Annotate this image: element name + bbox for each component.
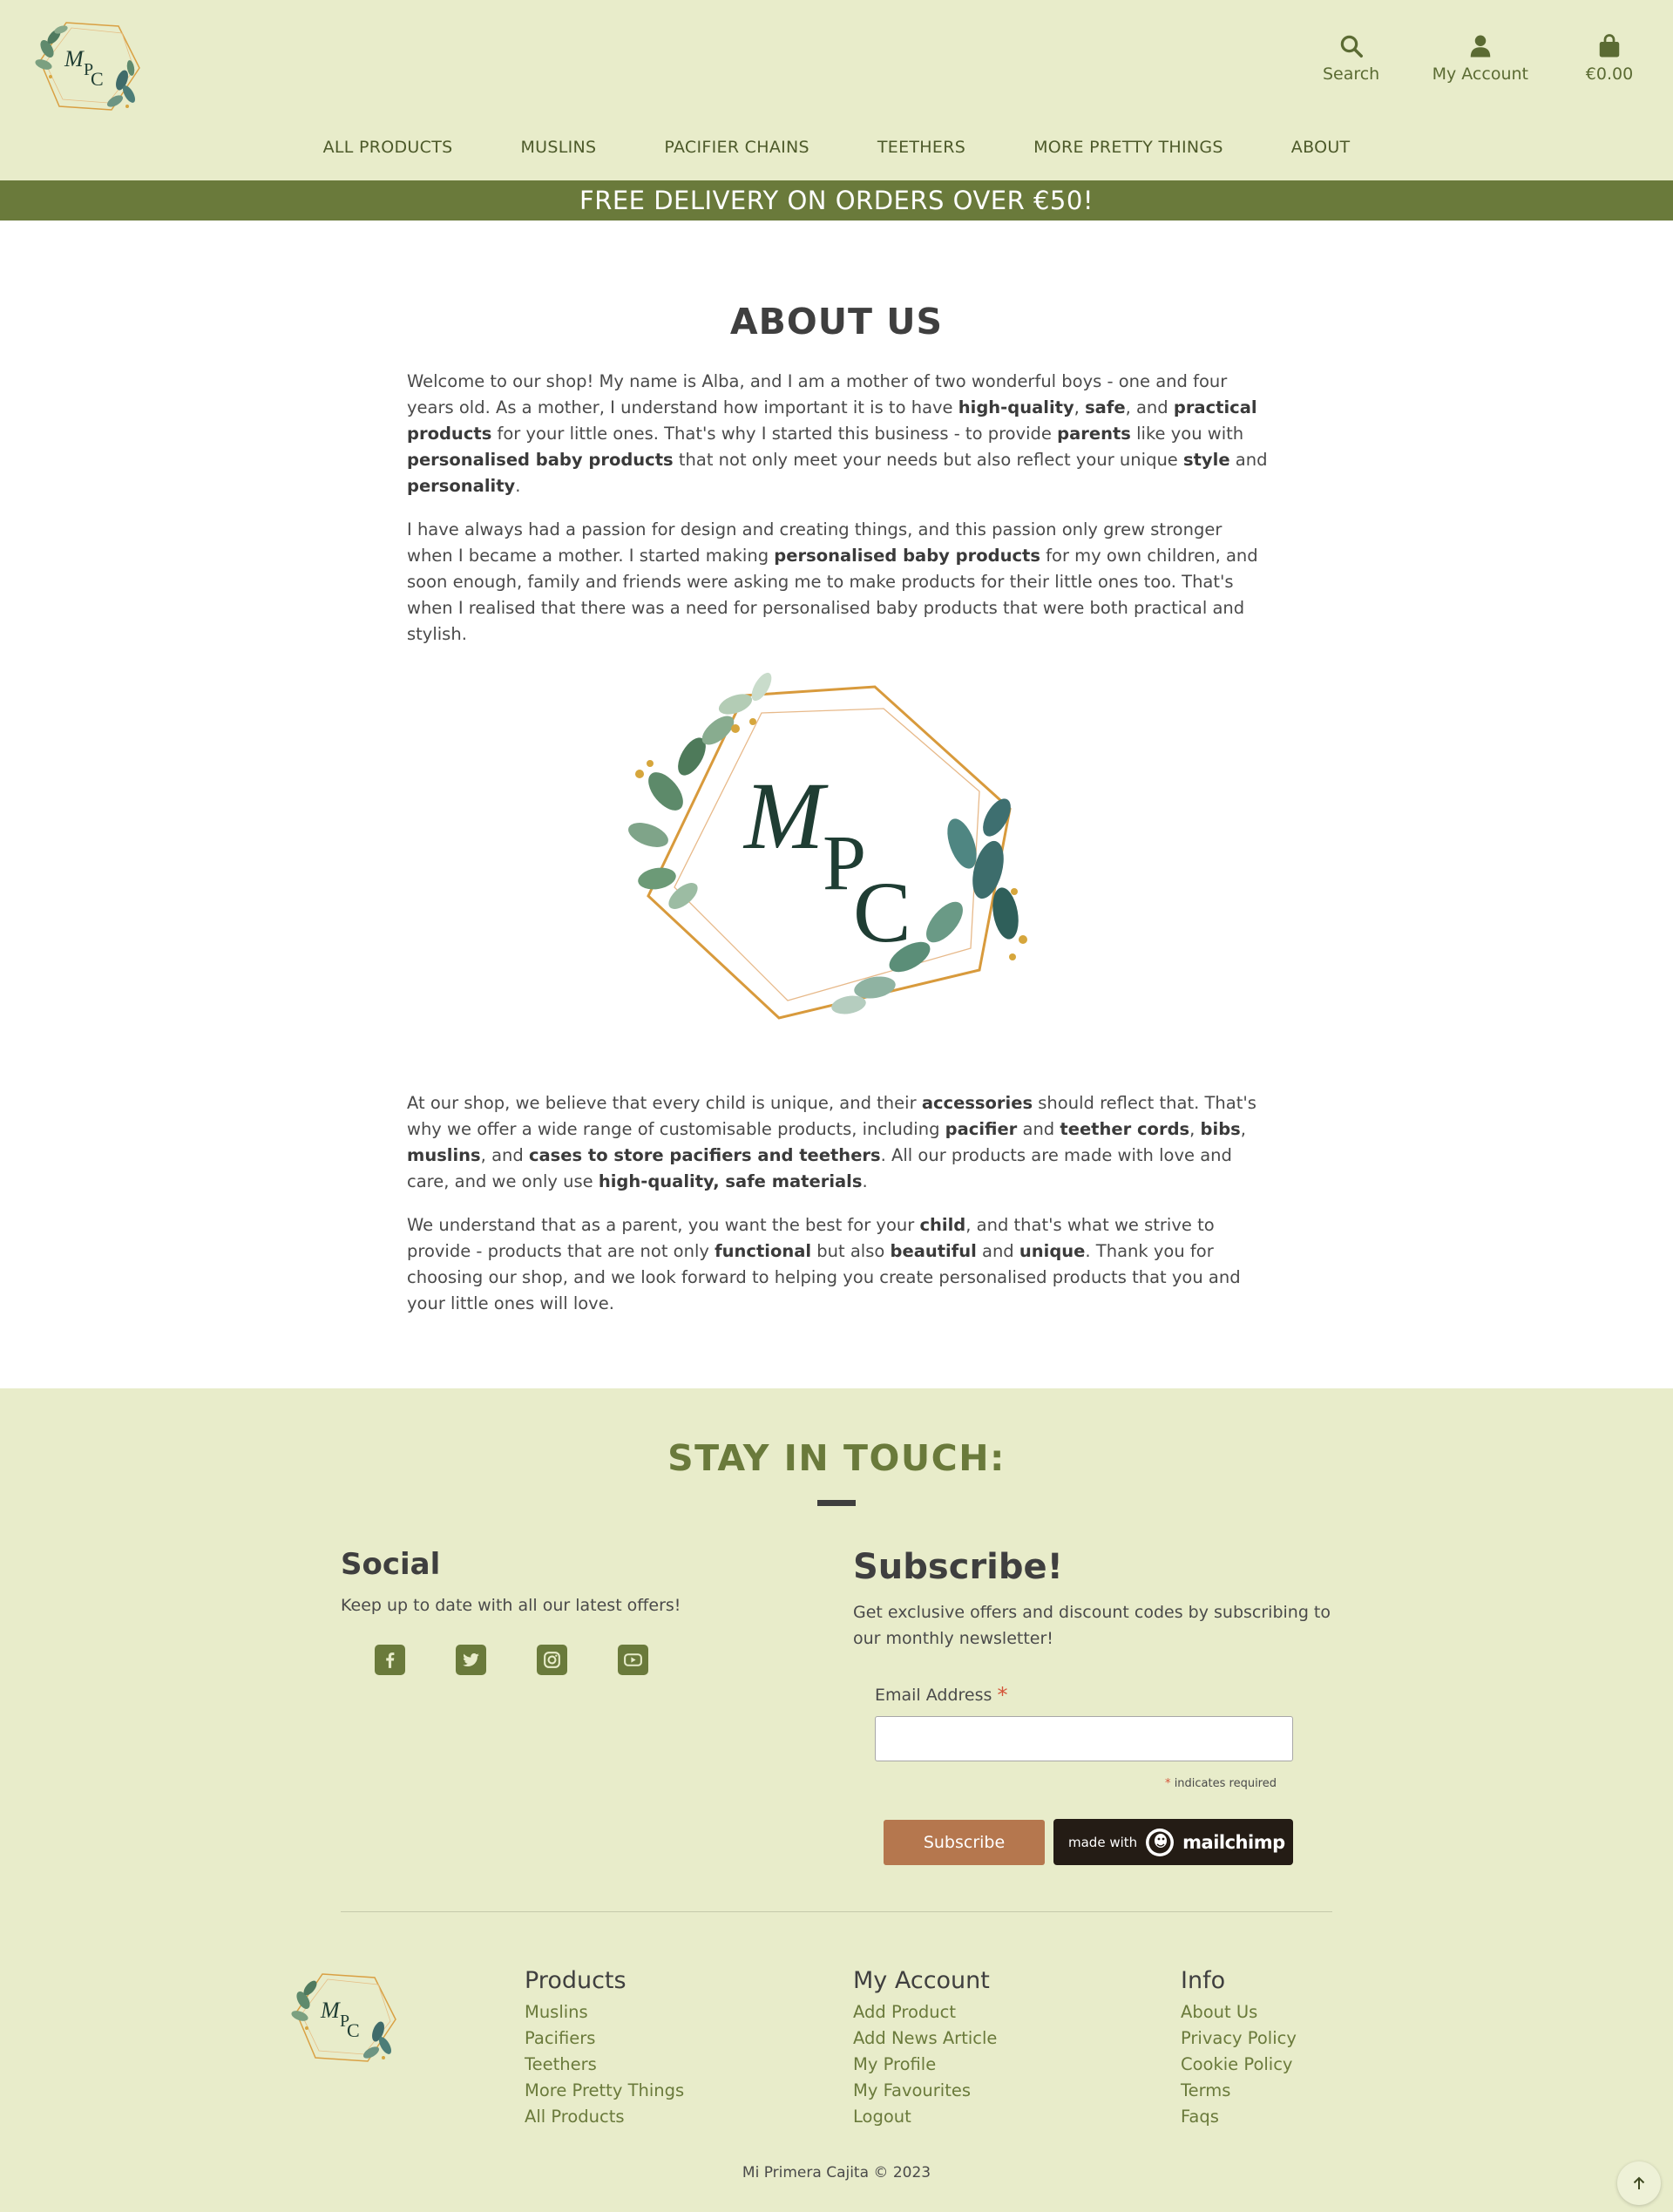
footer-link-privacy-policy[interactable]: Privacy Policy [1181, 2025, 1297, 2052]
email-label-text: Email Address [875, 1686, 992, 1705]
footer-link-teethers[interactable]: Teethers [525, 2052, 684, 2078]
footer-col-products: Products Muslins Pacifiers Teethers More… [525, 1967, 684, 2130]
subscribe-button[interactable]: Subscribe [884, 1820, 1045, 1865]
footer-link-muslins[interactable]: Muslins [525, 1999, 684, 2025]
my-account-button[interactable]: My Account [1433, 33, 1528, 84]
nav-all-products[interactable]: ALL PRODUCTS [289, 138, 487, 157]
svg-text:C: C [347, 2019, 360, 2041]
nav-muslins[interactable]: MUSLINS [486, 138, 630, 157]
footer-logo[interactable]: M P C [288, 1967, 403, 2072]
mailchimp-badge[interactable]: made with mailchimp [1053, 1819, 1293, 1865]
search-button[interactable]: Search [1321, 33, 1382, 84]
footer-link-terms[interactable]: Terms [1181, 2078, 1297, 2104]
footer-col-title: Products [525, 1967, 627, 1994]
footer-col-info: Info About Us Privacy Policy Cookie Poli… [1181, 1967, 1297, 2130]
nav-pacifier-chains[interactable]: PACIFIER CHAINS [630, 138, 843, 157]
nav-teethers[interactable]: TEETHERS [843, 138, 999, 157]
social-subtitle: Keep up to date with all our latest offe… [341, 1596, 681, 1615]
email-input[interactable] [875, 1716, 1293, 1761]
back-to-top-button[interactable] [1617, 2161, 1661, 2205]
copyright: Mi Primera Cajita © 2023 [742, 2164, 931, 2181]
site-logo[interactable]: M P C [31, 16, 146, 120]
mailchimp-name: mailchimp [1182, 1831, 1285, 1853]
about-paragraph-2: I have always had a passion for design a… [407, 519, 1258, 644]
footer-link-add-news-article[interactable]: Add News Article [853, 2025, 997, 2052]
footer-link-add-product[interactable]: Add Product [853, 1999, 997, 2025]
footer-col-title: Info [1181, 1967, 1226, 1994]
cart-button[interactable]: €0.00 [1579, 33, 1640, 84]
nav-more-pretty-things[interactable]: MORE PRETTY THINGS [999, 138, 1257, 157]
svg-text:M: M [64, 46, 85, 71]
cart-total: €0.00 [1585, 64, 1634, 84]
svg-text:C: C [853, 864, 911, 960]
instagram-icon[interactable] [537, 1645, 567, 1675]
facebook-icon[interactable] [375, 1645, 405, 1675]
user-icon [1470, 35, 1491, 58]
email-label: Email Address * [875, 1683, 1007, 1707]
svg-text:C: C [91, 68, 104, 90]
title-underline [817, 1500, 856, 1506]
my-account-label: My Account [1432, 64, 1528, 84]
header-actions: Search My Account €0.00 [1321, 33, 1640, 84]
page-title: ABOUT US [729, 301, 944, 343]
twitter-icon[interactable] [456, 1645, 486, 1675]
search-label: Search [1322, 64, 1380, 84]
about-paragraph-4: We understand that as a parent, you want… [407, 1215, 1241, 1313]
mailchimp-icon [1146, 1828, 1175, 1856]
footer-link-my-favourites[interactable]: My Favourites [853, 2078, 997, 2104]
svg-text:M: M [320, 1998, 341, 2023]
footer-col-title: My Account [853, 1967, 990, 1994]
shopping-bag-icon [1599, 34, 1620, 58]
footer-link-more-pretty-things[interactable]: More Pretty Things [525, 2078, 684, 2104]
site-footer: STAY IN TOUCH: Social Keep up to date wi… [0, 1388, 1673, 2212]
subscribe-title: Subscribe! [853, 1547, 1063, 1587]
mailchimp-made-with: made with [1068, 1834, 1138, 1850]
footer-link-logout[interactable]: Logout [853, 2104, 997, 2130]
search-icon [1340, 35, 1363, 58]
social-links [375, 1645, 648, 1675]
social-title: Social [341, 1547, 441, 1582]
stay-in-touch-title: STAY IN TOUCH: [667, 1437, 1006, 1479]
footer-col-my-account: My Account Add Product Add News Article … [853, 1967, 997, 2130]
about-paragraph-3: At our shop, we believe that every child… [407, 1093, 1256, 1191]
footer-link-cookie-policy[interactable]: Cookie Policy [1181, 2052, 1297, 2078]
required-star: * [997, 1683, 1008, 1707]
main-nav: ALL PRODUCTS MUSLINS PACIFIER CHAINS TEE… [0, 138, 1673, 157]
required-note: * indicates required [1133, 1777, 1277, 1790]
footer-link-pacifiers[interactable]: Pacifiers [525, 2025, 684, 2052]
footer-link-about-us[interactable]: About Us [1181, 1999, 1297, 2025]
site-header: M P C Search My Account €0.00 ALL PRODUC… [0, 0, 1673, 180]
footer-link-faqs[interactable]: Faqs [1181, 2104, 1297, 2130]
svg-text:M: M [742, 763, 829, 869]
nav-about[interactable]: ABOUT [1257, 138, 1385, 157]
footer-divider [341, 1911, 1332, 1912]
about-content: ABOUT US Welcome to our shop! My name is… [0, 221, 1673, 1388]
subscribe-description: Get exclusive offers and discount codes … [853, 1603, 1331, 1648]
arrow-up-icon [1633, 2176, 1645, 2189]
mpc-logo-illustration: M P C [613, 661, 1056, 1070]
about-paragraph-1: Welcome to our shop! My name is Alba, an… [407, 371, 1268, 496]
youtube-icon[interactable] [618, 1645, 648, 1675]
footer-link-my-profile[interactable]: My Profile [853, 2052, 997, 2078]
required-note-text: indicates required [1174, 1777, 1277, 1790]
required-note-star: * [1165, 1777, 1171, 1790]
free-delivery-banner: FREE DELIVERY ON ORDERS OVER €50! [0, 180, 1673, 221]
footer-link-all-products[interactable]: All Products [525, 2104, 684, 2130]
